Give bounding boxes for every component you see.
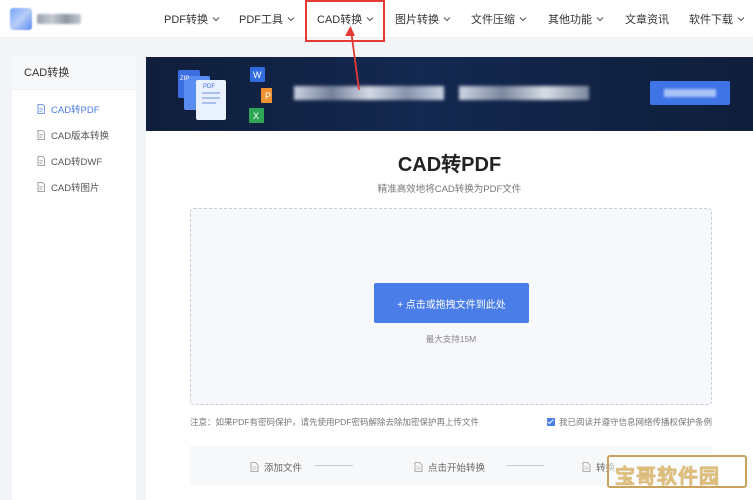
word-badge-text: W — [253, 70, 262, 80]
file-icon — [36, 104, 46, 114]
nav-item-pdf-tools[interactable]: PDF工具 — [225, 0, 301, 38]
logo-text-blurred — [37, 14, 81, 24]
nav-label: 文章资讯 — [625, 14, 669, 26]
nav-label: 软件下载 — [689, 14, 733, 26]
checkbox-checked-icon[interactable] — [546, 418, 555, 426]
sidebar-item-label: CAD转PDF — [51, 105, 100, 116]
file-formats-illustration: ZIP PDF W P X — [178, 67, 272, 123]
page-title: CAD转PDF — [397, 154, 502, 176]
file-icon — [36, 182, 46, 192]
site-watermark: 宝哥软件园 — [607, 455, 747, 488]
document-icon — [582, 462, 591, 472]
document-icon — [414, 462, 423, 472]
nav-item-pdf-convert[interactable]: PDF转换 — [150, 0, 225, 38]
nav-item-image-convert[interactable]: 图片转换 — [379, 0, 455, 38]
banner-text-blurred — [459, 86, 589, 100]
page-subtitle: 精准高效地将CAD转换为PDF文件 — [377, 184, 522, 195]
nav-item-software-download[interactable]: 软件下载 — [675, 0, 753, 38]
agreement-checkbox[interactable]: 我已阅读并遵守信息网络传播权保护条例 — [546, 416, 712, 428]
sidebar-title: CAD转换 — [12, 57, 136, 90]
step-label: 添加文件 — [264, 463, 303, 474]
agreement-label: 我已阅读并遵守信息网络传播权保护条例 — [558, 417, 712, 427]
nav-label: 其他功能 — [548, 14, 592, 26]
sidebar: CAD转换 CAD转PDF CAD版本转换 CAD转DWF CAD转图片 — [12, 57, 136, 500]
ppt-badge-text: P — [265, 91, 271, 101]
chevron-down-icon — [519, 15, 527, 23]
step-connector — [315, 465, 353, 466]
file-icon — [36, 130, 46, 140]
upload-button[interactable]: + 点击或拖拽文件到此处 — [374, 283, 529, 323]
max-size-hint: 最大支持15M — [425, 334, 477, 344]
promo-banner[interactable]: ZIP PDF W P X — [146, 57, 753, 131]
nav-label: 文件压缩 — [471, 14, 515, 26]
banner-button[interactable] — [650, 81, 730, 105]
document-icon — [250, 462, 259, 472]
watermark-text: 宝哥软件园 — [615, 464, 720, 488]
pdf-badge-text: PDF — [203, 84, 215, 90]
zip-badge-text: ZIP — [180, 76, 189, 82]
nav-item-other-features[interactable]: 其他功能 — [532, 0, 609, 38]
nav-item-articles[interactable]: 文章资讯 — [609, 0, 675, 38]
annotation-arrow-icon — [345, 26, 360, 90]
nav-label: PDF转换 — [164, 14, 208, 26]
chevron-down-icon — [212, 15, 220, 23]
sidebar-item-label: CAD版本转换 — [51, 131, 110, 142]
sidebar-item-cad-to-image[interactable]: CAD转图片 — [12, 174, 136, 200]
step-label: 点击开始转换 — [428, 463, 486, 474]
step-connector — [506, 465, 544, 466]
nav-label: 图片转换 — [395, 14, 439, 26]
file-icon — [36, 156, 46, 166]
sidebar-item-label: CAD转图片 — [51, 183, 100, 194]
chevron-down-icon — [443, 15, 451, 23]
excel-badge-text: X — [253, 111, 259, 121]
nav-label: PDF工具 — [239, 14, 283, 26]
sidebar-item-cad-to-dwf[interactable]: CAD转DWF — [12, 148, 136, 174]
sidebar-item-cad-version[interactable]: CAD版本转换 — [12, 122, 136, 148]
nav-item-file-compress[interactable]: 文件压缩 — [455, 0, 532, 38]
site-logo[interactable] — [10, 8, 82, 30]
step-start-convert: 点击开始转换 — [414, 460, 485, 474]
step-add-file: 添加文件 — [250, 460, 302, 474]
chevron-down-icon — [596, 15, 604, 23]
sidebar-item-label: CAD转DWF — [51, 157, 103, 168]
logo-mark — [10, 8, 32, 30]
main-nav: PDF转换 PDF工具 CAD转换 图片转换 文件压缩 其他功能 文章资讯 软件… — [150, 0, 753, 38]
file-dropzone[interactable]: + 点击或拖拽文件到此处 最大支持15M — [190, 208, 712, 405]
sidebar-item-cad-to-pdf[interactable]: CAD转PDF — [12, 96, 136, 122]
chevron-down-icon — [737, 15, 745, 23]
converter-panel: CAD转PDF 精准高效地将CAD转换为PDF文件 + 点击或拖拽文件到此处 最… — [146, 131, 753, 500]
password-note: 注意：如果PDF有密码保护，请先使用PDF密码解除去除加密保护再上传文件 — [190, 417, 480, 427]
chevron-down-icon — [287, 15, 295, 23]
